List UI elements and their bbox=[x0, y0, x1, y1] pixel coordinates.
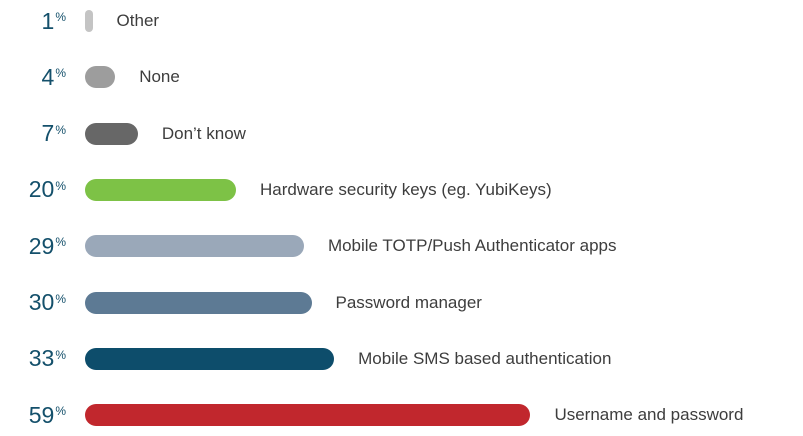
data-label: 30% bbox=[29, 288, 66, 318]
category-label: Mobile SMS based authentication bbox=[358, 348, 612, 368]
data-label-value: 30 bbox=[28, 289, 55, 315]
category-label: Other bbox=[116, 11, 160, 30]
bar bbox=[85, 178, 236, 201]
data-label-value: 59 bbox=[28, 401, 55, 428]
data-label-unit: % bbox=[55, 178, 66, 193]
category-label: Don’t know bbox=[161, 123, 246, 143]
data-label-unit: % bbox=[55, 235, 66, 250]
chart-row: 1% Other bbox=[0, 6, 803, 36]
data-label-unit: % bbox=[55, 404, 66, 419]
category-label: Username and password bbox=[554, 405, 744, 425]
chart-row: 59% Username and password bbox=[0, 400, 803, 430]
category-label: Password manager bbox=[335, 292, 482, 312]
bar bbox=[85, 347, 335, 370]
data-label-unit: % bbox=[55, 122, 66, 137]
category-label: Hardware security keys (eg. YubiKeys) bbox=[260, 179, 552, 199]
bar bbox=[85, 122, 138, 145]
data-label-value: 4 bbox=[41, 63, 55, 90]
chart-row: 30% Password manager bbox=[0, 288, 803, 318]
data-label-value: 29 bbox=[28, 232, 55, 259]
chart-row: 33% Mobile SMS based authentication bbox=[0, 344, 803, 374]
data-label: 7% bbox=[42, 119, 66, 149]
data-label-value: 33 bbox=[28, 345, 55, 372]
data-label-value: 7 bbox=[41, 120, 55, 147]
data-label-value: 1 bbox=[41, 7, 55, 34]
bar bbox=[85, 66, 116, 89]
bar bbox=[85, 235, 304, 258]
chart-row: 20% Hardware security keys (eg. YubiKeys) bbox=[0, 175, 803, 205]
data-label-unit: % bbox=[55, 10, 66, 24]
data-label: 4% bbox=[42, 62, 66, 92]
chart-row: 7% Don’t know bbox=[0, 119, 803, 149]
data-label: 29% bbox=[29, 231, 66, 261]
data-label-unit: % bbox=[55, 347, 66, 362]
bar-chart: 1% Other 4% None 7% Don’t know 20% Hardware sec… bbox=[0, 0, 803, 436]
data-label: 59% bbox=[29, 400, 66, 430]
data-label: 33% bbox=[29, 344, 66, 374]
category-label: Mobile TOTP/Push Authenticator apps bbox=[327, 236, 617, 256]
category-label: None bbox=[139, 67, 180, 87]
data-label-value: 20 bbox=[28, 176, 55, 203]
data-label-unit: % bbox=[55, 66, 66, 81]
bar bbox=[85, 404, 531, 427]
bar bbox=[85, 10, 93, 32]
chart-row: 29% Mobile TOTP/Push Authenticator apps bbox=[0, 231, 803, 261]
bar bbox=[85, 291, 312, 314]
chart-row: 4% None bbox=[0, 62, 803, 92]
data-label: 20% bbox=[29, 175, 66, 205]
data-label-unit: % bbox=[55, 291, 66, 306]
data-label: 1% bbox=[42, 6, 66, 36]
